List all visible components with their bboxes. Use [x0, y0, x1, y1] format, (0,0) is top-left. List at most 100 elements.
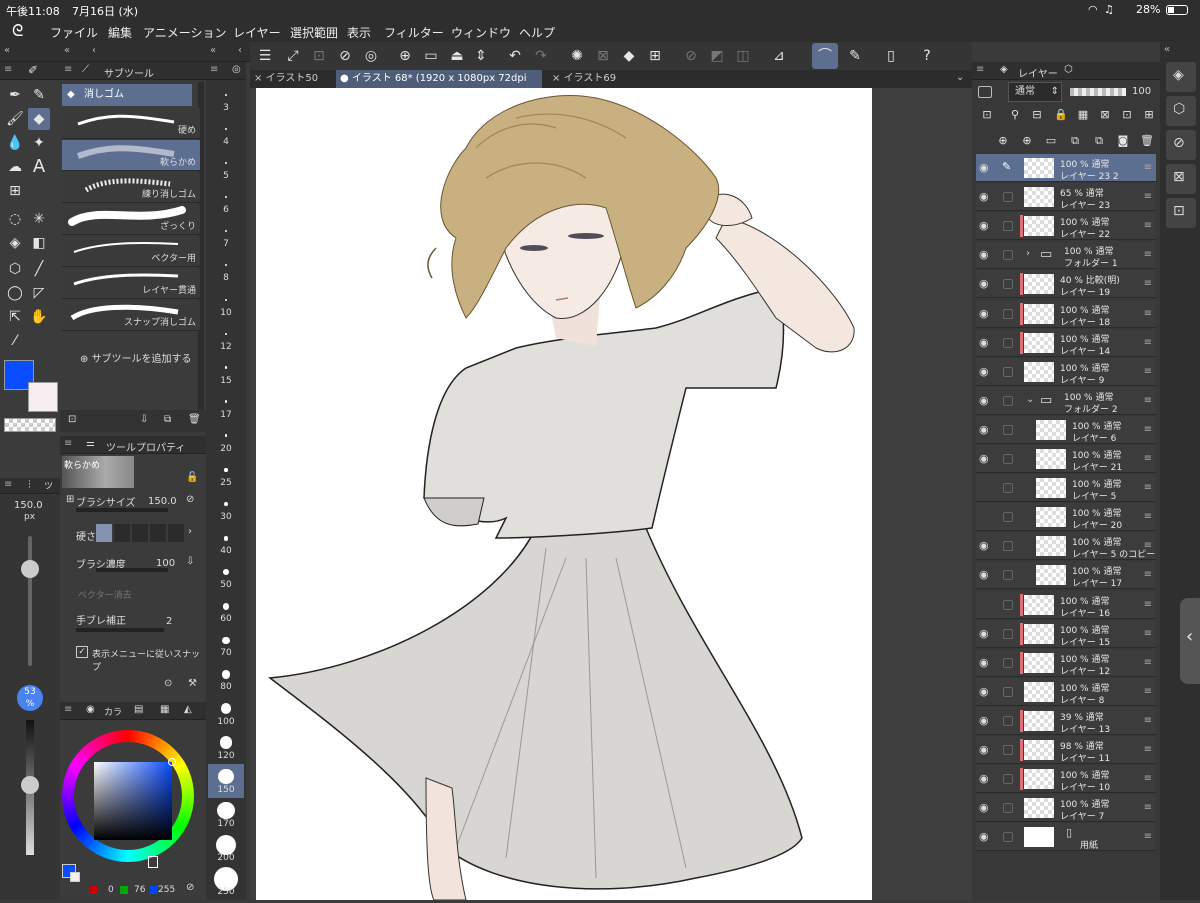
layer-checkbox[interactable]: [1003, 192, 1013, 203]
opacity-handle[interactable]: [21, 776, 39, 794]
layer-menu-icon[interactable]: ≡: [1144, 628, 1152, 639]
move-icon[interactable]: ⇱: [6, 308, 24, 326]
layer-row[interactable]: ◉ 100 % 通常 レイヤー 5 のコピー ≡: [976, 532, 1156, 561]
redo-icon[interactable]: ↷: [532, 47, 550, 65]
color-picker-handle[interactable]: [168, 758, 176, 766]
eye-icon[interactable]: ◉: [979, 656, 989, 669]
pressure-icon[interactable]: ⊘: [186, 494, 194, 505]
chevron-icon[interactable]: ›: [1026, 248, 1030, 259]
brush-size-value[interactable]: 150.0: [148, 496, 177, 507]
gradient-icon[interactable]: ◧: [30, 234, 48, 252]
balloon-icon[interactable]: ◯: [6, 284, 24, 302]
eye-icon[interactable]: ◉: [979, 743, 989, 756]
fill-icon[interactable]: ◆: [620, 47, 638, 65]
snap-checkbox[interactable]: ✓: [76, 646, 88, 658]
layer-row[interactable]: ◉ 100 % 通常 レイヤー 18 ≡: [976, 299, 1156, 328]
brush-size-tab-icon[interactable]: ◎: [232, 64, 241, 75]
frame-icon[interactable]: ⊞: [6, 182, 24, 200]
layer-property-tab-icon[interactable]: ⬡: [1064, 64, 1073, 75]
menu-icon[interactable]: ≡: [4, 479, 12, 490]
eye-icon[interactable]: ◉: [979, 394, 989, 407]
wrench-icon[interactable]: ⚒: [188, 678, 197, 689]
layer-menu-icon[interactable]: ≡: [1144, 540, 1152, 551]
collapse-icon[interactable]: «: [210, 45, 216, 56]
layer-checkbox[interactable]: [1003, 250, 1013, 261]
pen-pressure-icon[interactable]: ✎: [846, 47, 864, 65]
brush-soft[interactable]: 軟らかめ: [62, 140, 200, 171]
color-wheel-tab-icon[interactable]: ◉: [86, 704, 95, 715]
brush-size-option[interactable]: 80: [208, 661, 244, 695]
rail-layer-button[interactable]: ◈: [1166, 62, 1196, 92]
transparent-color-swatch[interactable]: [4, 418, 56, 432]
layer-row[interactable]: ◉ 100 % 通常 レイヤー 17 ≡: [976, 561, 1156, 590]
layer-menu-icon[interactable]: ≡: [1144, 802, 1152, 813]
download-icon[interactable]: ⇩: [186, 556, 194, 567]
opacity-slider[interactable]: [1070, 88, 1126, 96]
eye-icon[interactable]: ◉: [979, 772, 989, 785]
layer-row[interactable]: ◉ › ▭ 100 % 通常 フォルダー 1 ≡: [976, 241, 1156, 270]
layer-menu-icon[interactable]: ≡: [1144, 162, 1152, 173]
menu-icon[interactable]: ≡: [64, 438, 72, 449]
eye-icon[interactable]: ◉: [979, 568, 989, 581]
hardness-4[interactable]: [150, 524, 166, 542]
layer-row[interactable]: 100 % 通常 レイヤー 5 ≡: [976, 474, 1156, 503]
layer-row[interactable]: ◉ ✎ 100 % 通常 レイヤー 23 2 ≡: [976, 154, 1156, 182]
stabilizer-bar[interactable]: [76, 628, 164, 632]
brush-size-option[interactable]: 6: [208, 184, 244, 218]
eye-icon[interactable]: ◉: [979, 365, 989, 378]
rail-layer-prop-button[interactable]: ⬡: [1166, 96, 1196, 126]
trash-icon[interactable]: 🗑: [188, 414, 201, 425]
eye-icon[interactable]: ◉: [979, 161, 989, 174]
reset-icon[interactable]: ⊙: [164, 678, 172, 689]
layer-menu-icon[interactable]: ≡: [1144, 657, 1152, 668]
layer-checkbox[interactable]: [1003, 686, 1013, 697]
hue-handle[interactable]: [148, 856, 158, 868]
layer-checkbox[interactable]: [1003, 483, 1013, 494]
new-raster-layer-icon[interactable]: ⊕: [994, 132, 1012, 150]
brush-size-option[interactable]: 120: [208, 730, 244, 764]
layer-checkbox[interactable]: [1003, 512, 1013, 523]
mask-icon[interactable]: ⊠: [1096, 106, 1114, 124]
save-icon[interactable]: ⏏: [448, 47, 466, 65]
blend-icon[interactable]: 💧: [6, 134, 24, 152]
brush-hard[interactable]: 硬め: [62, 108, 200, 139]
layer-menu-icon[interactable]: ≡: [1144, 453, 1152, 464]
deselect-icon[interactable]: ⊘: [682, 47, 700, 65]
eye-icon[interactable]: ◉: [979, 452, 989, 465]
menu-window[interactable]: ウィンドウ: [451, 24, 511, 41]
layer-checkbox[interactable]: [1003, 570, 1013, 581]
brush-vector[interactable]: ベクター用: [62, 236, 200, 267]
layer-row[interactable]: ◉ 100 % 通常 レイヤー 22 ≡: [976, 212, 1156, 241]
layer-checkbox[interactable]: [1003, 715, 1013, 726]
layer-checkbox[interactable]: [1003, 424, 1013, 435]
canvas-area[interactable]: [250, 88, 972, 901]
layer-opacity-value[interactable]: 100: [1132, 86, 1151, 97]
brush-size-option[interactable]: 4: [208, 116, 244, 150]
draft-layer-icon[interactable]: ⊟: [1028, 106, 1046, 124]
quick-access-icon[interactable]: ◎: [362, 47, 380, 65]
import-icon[interactable]: ⇩: [140, 414, 148, 425]
hardness-5[interactable]: [168, 524, 184, 542]
brush-size-option[interactable]: 40: [208, 525, 244, 559]
transform-icon[interactable]: ⊡: [310, 47, 328, 65]
brush-size-option[interactable]: 12: [208, 321, 244, 355]
layer-row[interactable]: ◉ 100 % 通常 レイヤー 9 ≡: [976, 357, 1156, 386]
crop-icon[interactable]: ⊞: [646, 47, 664, 65]
eye-icon[interactable]: ◉: [979, 627, 989, 640]
lasso-icon[interactable]: ◌: [6, 210, 24, 228]
color-history-tab-icon[interactable]: ▦: [160, 704, 169, 715]
layer-row[interactable]: ◉ 100 % 通常 レイヤー 14 ≡: [976, 328, 1156, 357]
object-select-icon[interactable]: ⬡: [6, 260, 24, 278]
help-icon[interactable]: ?: [918, 47, 936, 65]
slider-tab-icon[interactable]: ⫶: [28, 478, 31, 492]
collapse-icon[interactable]: «: [1164, 44, 1170, 55]
eye-icon[interactable]: ◉: [979, 190, 989, 203]
subtool-settings-icon[interactable]: ⊡: [68, 414, 76, 425]
color-slider-tab-icon[interactable]: ◭: [184, 704, 192, 715]
lock-icon[interactable]: 🔓: [186, 472, 198, 483]
layer-row[interactable]: ◉ 100 % 通常 レイヤー 10 ≡: [976, 765, 1156, 794]
brush-size-handle[interactable]: [21, 560, 39, 578]
layer-menu-icon[interactable]: ≡: [1144, 308, 1152, 319]
rail-history-button[interactable]: ⊘: [1166, 130, 1196, 160]
layer-menu-icon[interactable]: ≡: [1144, 773, 1152, 784]
